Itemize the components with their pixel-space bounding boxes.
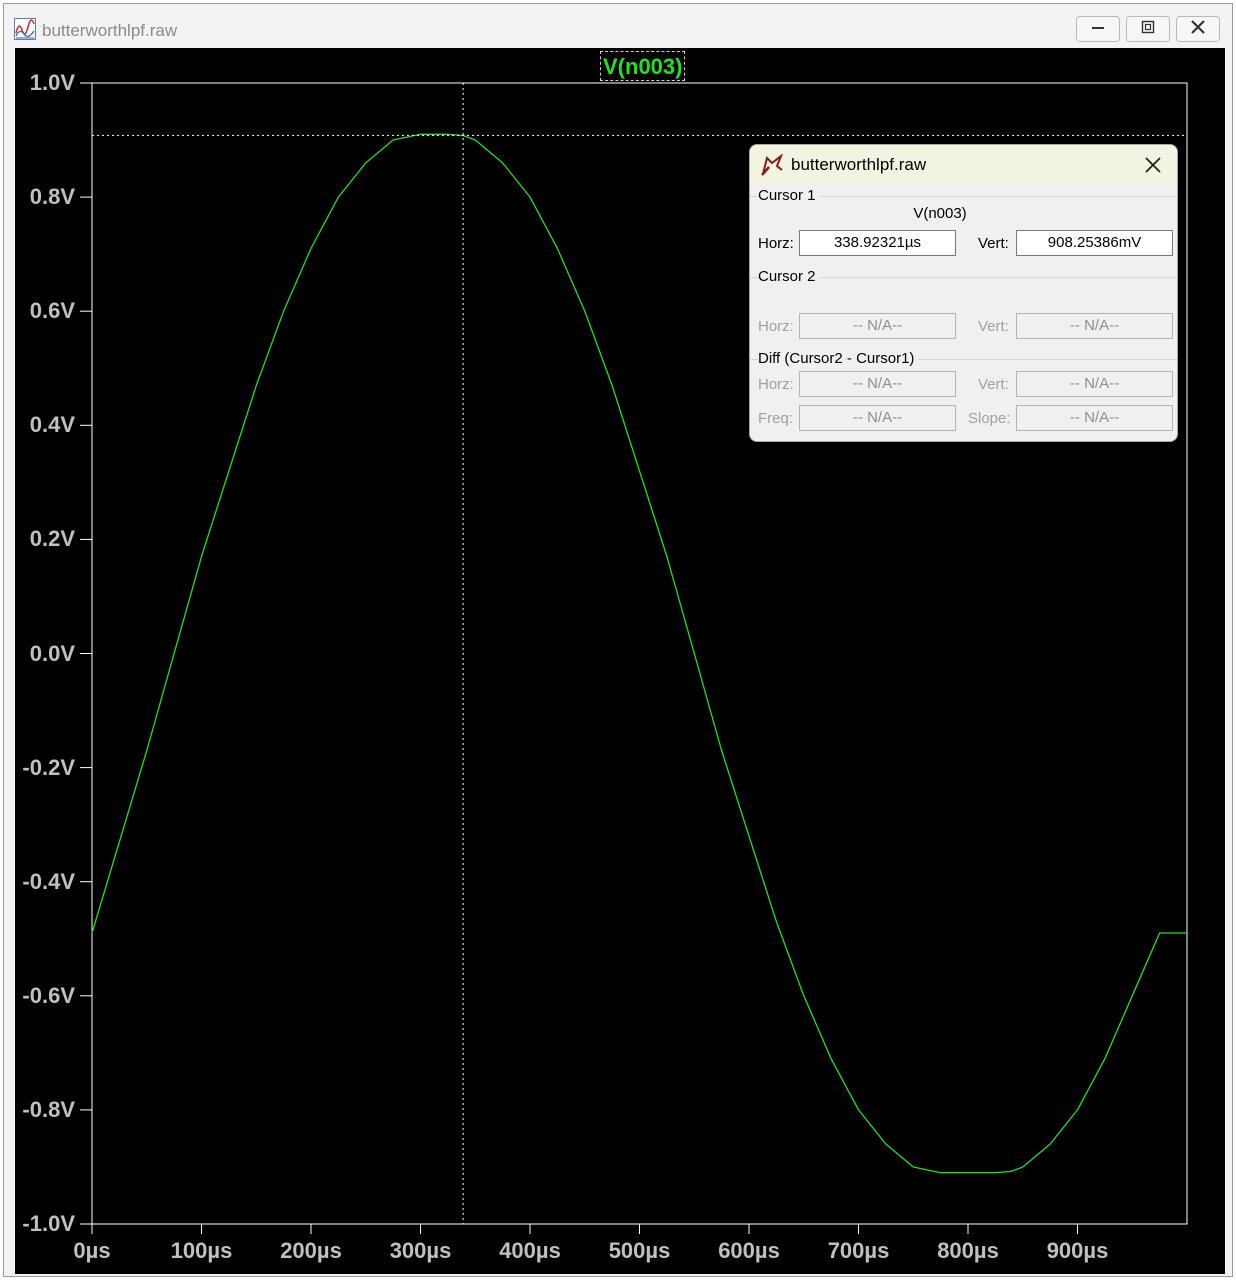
cursor2-vert-field[interactable]: -- N/A-- [1016, 313, 1173, 339]
cursor1-group-label: Cursor 1 [758, 187, 820, 204]
y-tick-label: 0.8V [29, 184, 75, 210]
x-tick-label: 400µs [499, 1238, 561, 1263]
x-tick-label: 0µs [73, 1238, 111, 1263]
diff-vert-field[interactable]: -- N/A-- [1016, 371, 1173, 397]
cursor2-horz-field[interactable]: -- N/A-- [799, 313, 956, 339]
y-tick-label: -0.8V [22, 1096, 75, 1122]
y-tick-label: 1.0V [29, 70, 75, 95]
trace-label[interactable]: V(n003) [600, 51, 686, 81]
x-tick-label: 700µs [827, 1238, 890, 1263]
close-button[interactable] [1176, 16, 1220, 42]
cursor1-horz-label: Horz: [758, 235, 794, 252]
diff-slope-label: Slope: [968, 410, 1011, 427]
y-tick-label: 0.4V [29, 412, 75, 438]
diff-group-label: Diff (Cursor2 - Cursor1) [758, 350, 919, 367]
close-icon[interactable] [1143, 155, 1163, 175]
x-tick-label: 100µs [170, 1238, 233, 1263]
y-tick-label: -0.4V [22, 868, 75, 894]
window-title: butterworthlpf.raw [42, 21, 178, 40]
x-tick-label: 900µs [1046, 1238, 1109, 1263]
cursor1-vert-field[interactable]: 908.25386mV [1016, 230, 1173, 256]
diff-vert-label: Vert: [978, 376, 1009, 393]
cursor2-vert-label: Vert: [978, 318, 1009, 335]
x-tick-label: 500µs [608, 1238, 671, 1263]
cursor-panel-title: butterworthlpf.raw [791, 155, 927, 174]
y-tick-label: -0.6V [22, 982, 75, 1008]
y-tick-label: 0.0V [29, 640, 75, 666]
restore-icon [1141, 20, 1155, 39]
close-icon [1190, 19, 1206, 40]
restore-button[interactable] [1126, 16, 1170, 42]
minimize-button[interactable] [1076, 16, 1120, 42]
y-tick-label: 0.6V [29, 298, 75, 324]
x-tick-label: 300µs [389, 1238, 452, 1263]
diff-freq-label: Freq: [758, 410, 794, 427]
diff-freq-field[interactable]: -- N/A-- [799, 405, 956, 431]
cursor1-trace-name: V(n003) [913, 205, 967, 222]
diff-horz-field[interactable]: -- N/A-- [799, 371, 956, 397]
x-tick-label: 200µs [280, 1238, 342, 1263]
waveform-icon [14, 18, 36, 40]
y-tick-label: 0.2V [29, 526, 75, 552]
y-tick-label: -0.2V [22, 754, 75, 780]
probe-icon [760, 152, 784, 176]
diff-slope-field[interactable]: -- N/A-- [1016, 405, 1173, 431]
cursor-panel: butterworthlpf.raw Cursor 1 V(n003) Horz… [749, 144, 1178, 442]
diff-horz-label: Horz: [758, 376, 794, 393]
cursor-panel-title-bar[interactable]: butterworthlpf.raw [750, 145, 1177, 185]
y-tick-label: -1.0V [22, 1211, 75, 1236]
cursor1-vert-label: Vert: [978, 235, 1009, 252]
x-tick-label: 600µs [718, 1238, 780, 1263]
minimize-icon [1091, 20, 1105, 39]
cursor2-horz-label: Horz: [758, 318, 794, 335]
title-bar[interactable]: butterworthlpf.raw [4, 4, 1232, 48]
cursor2-group-label: Cursor 2 [758, 268, 820, 285]
x-tick-label: 800µs [937, 1238, 999, 1263]
cursor1-horz-field[interactable]: 338.92321µs [799, 230, 956, 256]
